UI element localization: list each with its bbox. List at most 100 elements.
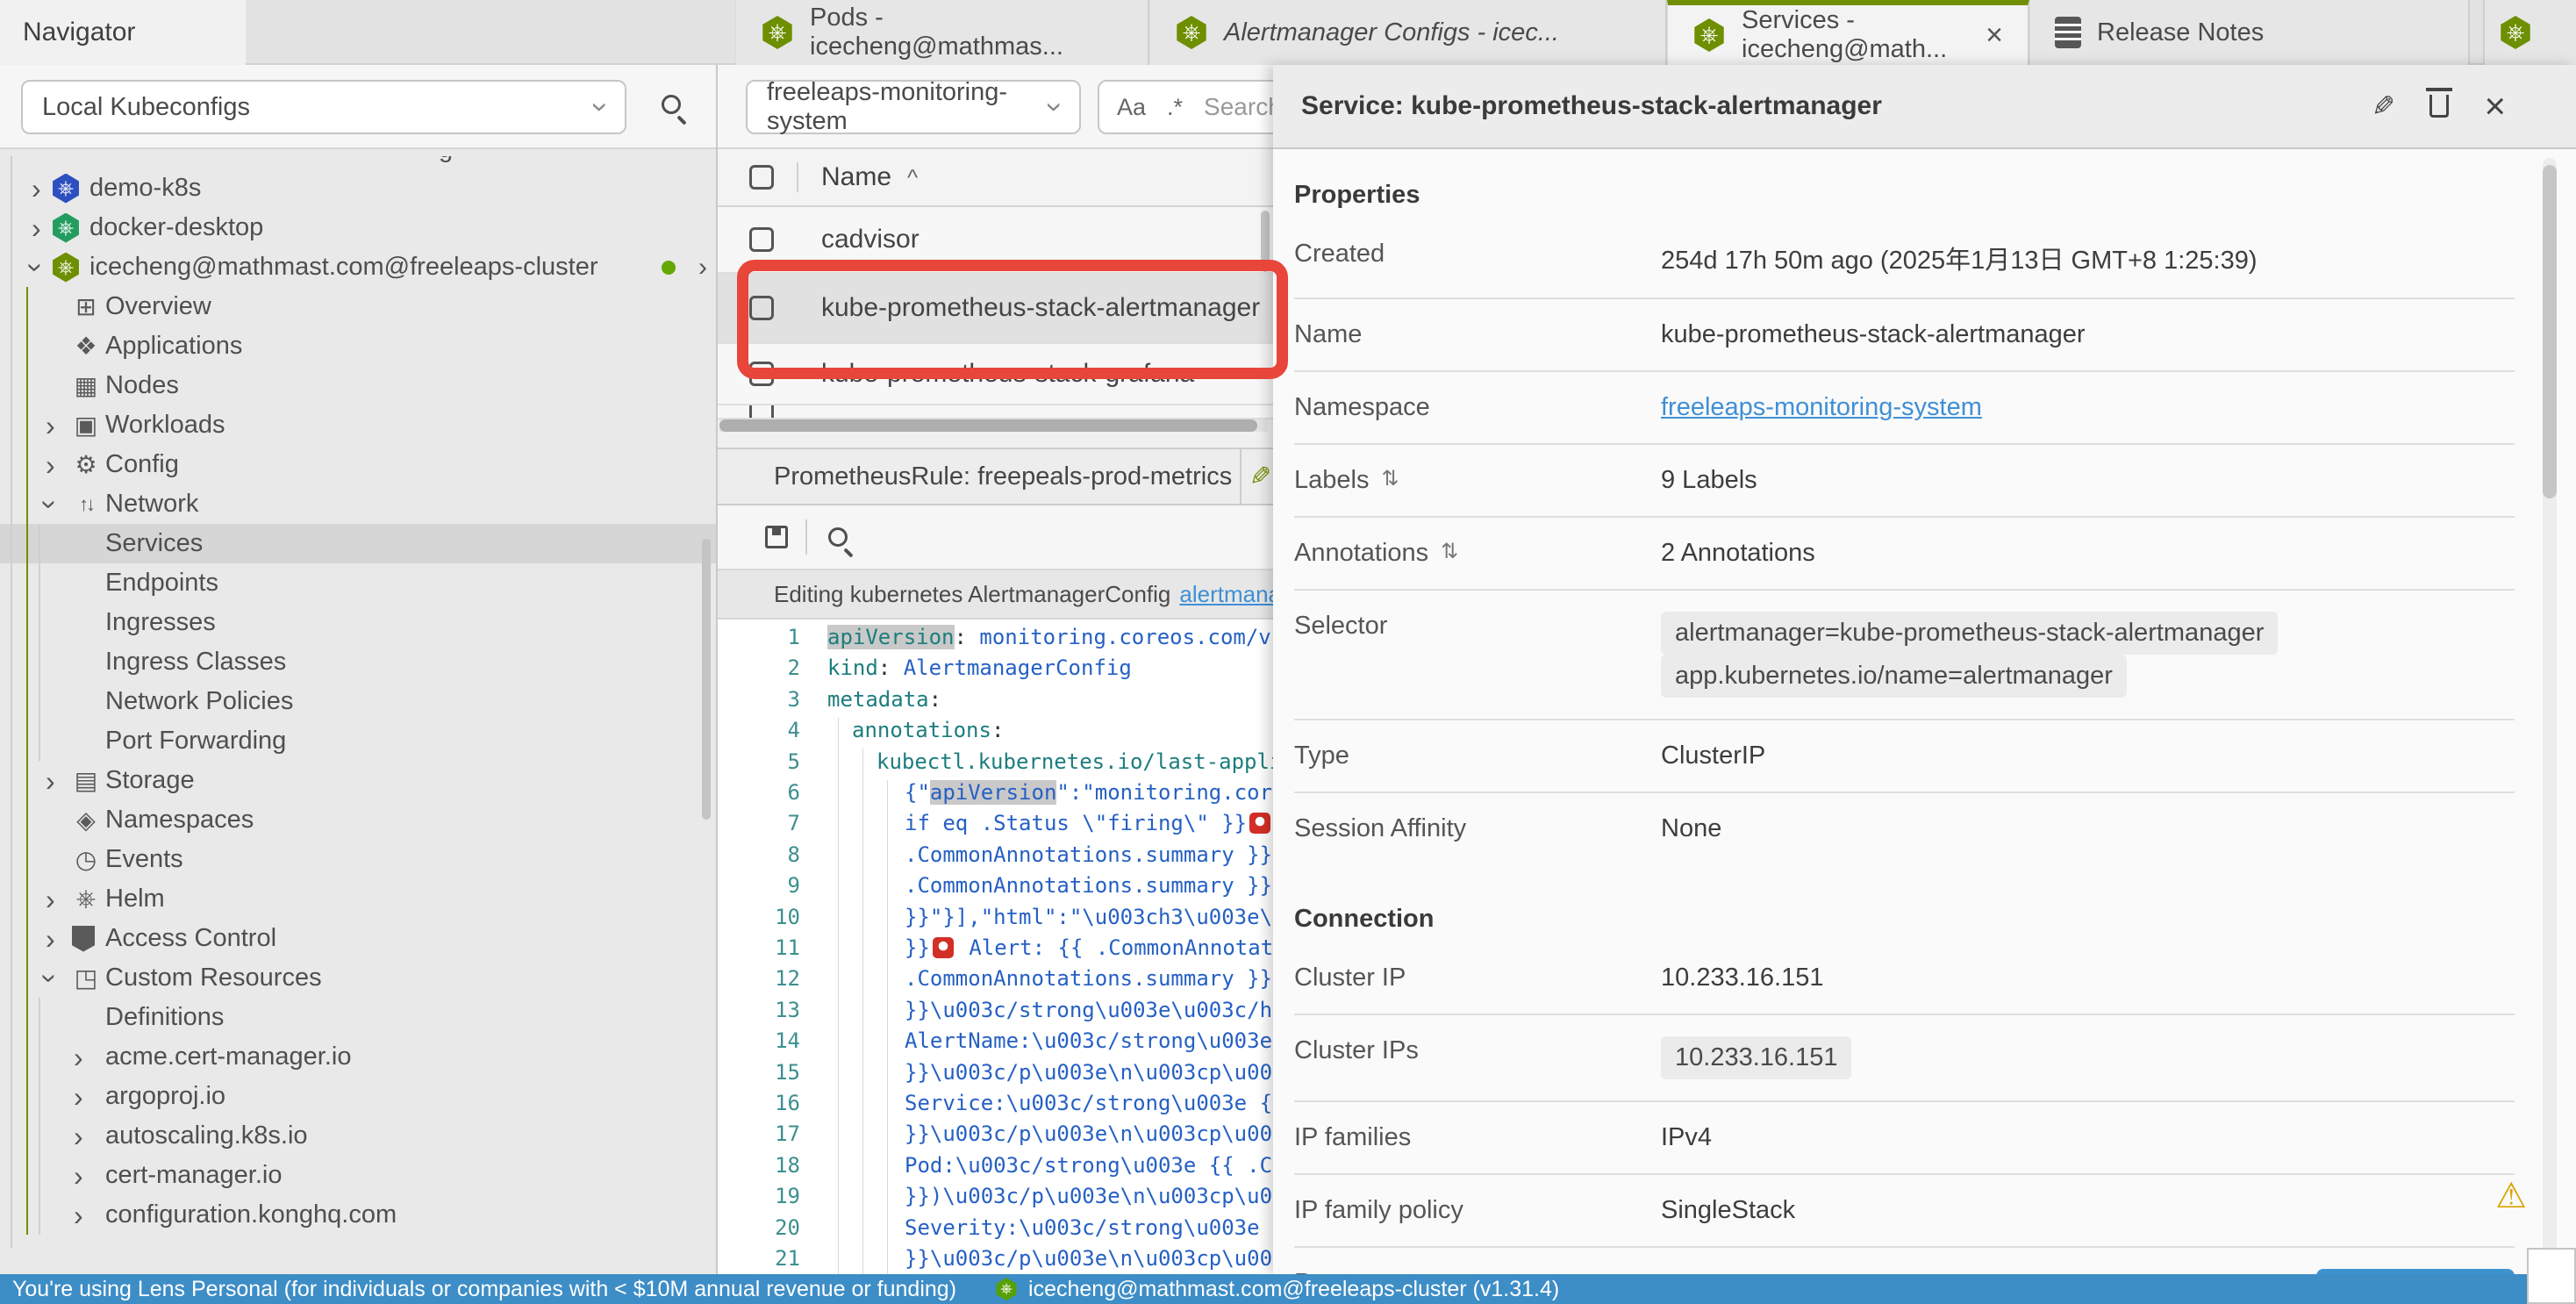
chevron-right-icon[interactable]: › xyxy=(46,925,55,953)
kubeconfig-source-select[interactable]: Local Kubeconfigs › xyxy=(21,80,626,134)
code-line: 2kind: AlertmanagerConfig xyxy=(718,656,1273,686)
sidebar-item-network[interactable]: ›↑↓Network xyxy=(0,484,716,524)
sidebar-item-helm[interactable]: ›⎈Helm xyxy=(0,879,716,919)
sort-arrows-icon[interactable]: ⇅ xyxy=(1381,466,1399,491)
active-cluster-status[interactable]: ⎈ icecheng@mathmast.com@freeleaps-cluste… xyxy=(995,1277,1559,1302)
detail-panel-actions: ✎ × xyxy=(2372,88,2506,125)
table-row-item[interactable] xyxy=(718,405,1273,419)
chevron-right-icon[interactable]: › xyxy=(46,885,55,914)
config-icon: ⚙ xyxy=(68,450,104,479)
chevron-right-icon[interactable]: › xyxy=(74,1122,83,1150)
corner-overlay-box xyxy=(2527,1248,2576,1304)
chevron-down-icon[interactable]: › xyxy=(36,499,64,509)
editor-search-icon[interactable] xyxy=(828,527,848,547)
sidebar-item-autoscaling-k8s-io[interactable]: ›autoscaling.k8s.io xyxy=(0,1116,716,1156)
tab-alertmanager-configs-icec[interactable]: ⎈Alertmanager Configs - icec... xyxy=(1149,0,1667,65)
table-search-input[interactable]: Aa .* Search xyxy=(1098,80,1273,134)
sort-arrows-icon[interactable]: ⇅ xyxy=(1441,539,1458,564)
close-tab-icon[interactable]: × xyxy=(1986,18,2003,53)
sidebar-item-network-policies[interactable]: Network Policies xyxy=(0,682,716,721)
detail-scrollbar[interactable] xyxy=(2543,158,2557,1264)
edit-icon[interactable]: ✎ xyxy=(2372,90,2395,123)
chevron-right-icon[interactable]: › xyxy=(46,767,55,795)
chevron-right-icon[interactable]: › xyxy=(74,1083,83,1111)
prometheusrule-dock-tab[interactable]: PrometheusRule: freepeals-prod-metrics ✎ xyxy=(718,448,1273,505)
sidebar-item-configuration-konghq-com[interactable]: ›configuration.konghq.com xyxy=(0,1195,716,1235)
detail-panel-header: Service: kube-prometheus-stack-alertmana… xyxy=(1273,65,2576,149)
sidebar-item-config[interactable]: ›⚙Config xyxy=(0,445,716,484)
tab-services-icecheng-math[interactable]: ⎈Services - icecheng@math...× xyxy=(1667,0,2029,65)
namespace-link[interactable]: freeleaps-monitoring-system xyxy=(1661,393,1982,421)
navigator-label: Navigator xyxy=(23,18,135,47)
regex-toggle[interactable]: .* xyxy=(1167,94,1183,121)
namespace-select-value: freeleaps-monitoring-system xyxy=(767,78,1050,136)
chevron-down-icon[interactable]: › xyxy=(22,262,50,272)
line-number: 12 xyxy=(718,966,800,991)
delete-icon[interactable] xyxy=(2429,95,2449,118)
code-token: : xyxy=(929,687,941,712)
chevron-right-icon[interactable]: › xyxy=(46,451,55,479)
sidebar-item-argoproj-io[interactable]: ›argoproj.io xyxy=(0,1077,716,1116)
sidebar-item-storage[interactable]: ›▤Storage xyxy=(0,761,716,800)
sidebar-item-endpoints[interactable]: Endpoints xyxy=(0,563,716,603)
warning-icon: ⚠ xyxy=(2495,1176,2527,1216)
sidebar-item-workloads[interactable]: ›▣Workloads xyxy=(0,405,716,445)
sidebar-item-ingresses[interactable]: Ingresses xyxy=(0,603,716,642)
kubernetes-icon: ⎈ xyxy=(1692,18,1726,52)
sidebar-item-label: acme.cert-manager.io xyxy=(105,1042,351,1071)
match-case-toggle[interactable]: Aa xyxy=(1117,94,1146,121)
search-icon[interactable] xyxy=(662,95,681,114)
sidebar-item-access-control[interactable]: ›Access Control xyxy=(0,919,716,958)
label-text: Name xyxy=(1294,320,1362,349)
row-checkbox[interactable] xyxy=(749,227,774,252)
sort-ascending-icon[interactable]: ^ xyxy=(907,164,918,191)
sidebar-item-applications[interactable]: ❖Applications xyxy=(0,326,716,366)
line-number: 8 xyxy=(718,842,800,867)
sidebar-item-definitions[interactable]: Definitions xyxy=(0,998,716,1037)
chevron-right-icon[interactable]: › xyxy=(32,214,41,242)
chevron-right-icon[interactable]: › xyxy=(74,1162,83,1190)
select-all-checkbox[interactable] xyxy=(749,165,774,190)
sidebar-item-events[interactable]: ◷Events xyxy=(0,840,716,879)
sidebar-item-ingress-classes[interactable]: Ingress Classes xyxy=(0,642,716,682)
detail-row-value: 9 Labels xyxy=(1661,466,2515,495)
chevron-right-icon[interactable]: › xyxy=(74,1043,83,1071)
sidebar-item-port-forwarding[interactable]: Port Forwarding xyxy=(0,721,716,761)
row-checkbox[interactable] xyxy=(749,405,774,419)
detail-row-value: alertmanager=kube-prometheus-stack-alert… xyxy=(1661,612,2515,698)
code-text: apiVersion: monitoring.coreos.com/v1 xyxy=(827,625,1273,649)
yaml-editor[interactable]: 1apiVersion: monitoring.coreos.com/v12ki… xyxy=(718,620,1273,1274)
sidebar-item-docker-desktop[interactable]: ›⎈docker-desktop xyxy=(0,208,716,247)
tab-pods-icecheng-mathmas[interactable]: ⎈Pods - icecheng@mathmas... xyxy=(735,0,1149,65)
chevron-down-icon[interactable]: › xyxy=(36,973,64,983)
editing-resource-link[interactable]: alertmanager xyxy=(1179,581,1273,608)
alarm-emoji xyxy=(1249,813,1270,834)
sidebar-item-label: Namespaces xyxy=(105,806,254,835)
namespace-select[interactable]: freeleaps-monitoring-system › xyxy=(746,80,1081,134)
sidebar-item-icecheng-mathmast-com-freeleap[interactable]: ›⎈icecheng@mathmast.com@freeleaps-cluste… xyxy=(0,247,716,287)
sidebar-item-acme-cert-manager-io[interactable]: › acme.cert-manager.io xyxy=(0,1037,716,1077)
edit-pencil-icon[interactable]: ✎ xyxy=(1249,462,1271,492)
chevron-right-icon[interactable]: › xyxy=(32,175,41,203)
code-text: }} Alert: {{ .CommonAnnotati xyxy=(905,935,1273,960)
chevron-right-icon[interactable]: › xyxy=(698,253,707,283)
close-icon[interactable]: × xyxy=(2484,88,2506,125)
sidebar-item-label: Storage xyxy=(105,766,195,795)
sidebar-item-custom-resources[interactable]: ›◳Custom Resources xyxy=(0,958,716,998)
tab-overflow-area[interactable]: ⎈ xyxy=(2483,0,2576,65)
sidebar-item-cert-manager-io[interactable]: ›cert-manager.io xyxy=(0,1156,716,1195)
sidebar-item-services[interactable]: Services xyxy=(0,524,716,563)
line-number: 6 xyxy=(718,780,800,805)
table-horizontal-scrollbar[interactable] xyxy=(719,419,1268,432)
save-icon[interactable] xyxy=(765,526,788,548)
sidebar-item-nodes[interactable]: ▦Nodes xyxy=(0,366,716,405)
tab-release-notes[interactable]: Release Notes xyxy=(2029,0,2470,65)
name-column-header[interactable]: Name xyxy=(821,162,891,192)
chevron-right-icon[interactable]: › xyxy=(74,1201,83,1229)
detail-row-created: Created254d 17h 50m ago (2025年1月13日 GMT+… xyxy=(1294,219,2515,299)
navigator-scrollbar[interactable] xyxy=(702,539,711,820)
chevron-right-icon[interactable]: › xyxy=(46,412,55,440)
sidebar-item-overview[interactable]: ⊞Overview xyxy=(0,287,716,326)
sidebar-item-demo-k8s[interactable]: ›⎈demo-k8s xyxy=(0,168,716,208)
sidebar-item-namespaces[interactable]: ◈Namespaces xyxy=(0,800,716,840)
